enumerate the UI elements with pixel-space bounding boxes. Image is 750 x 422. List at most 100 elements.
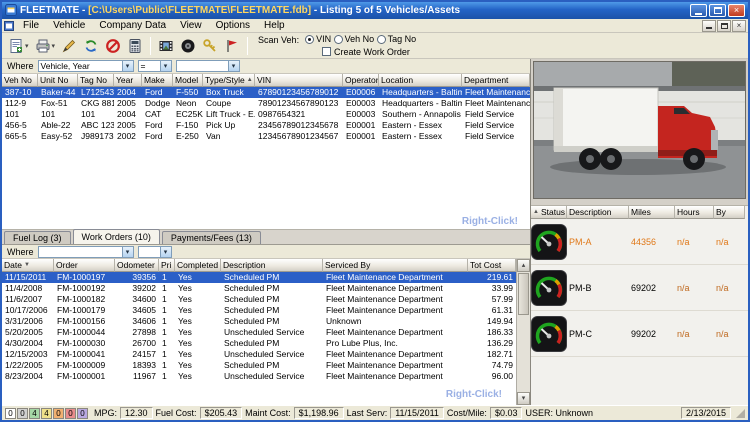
new-record-button[interactable]: ▾	[5, 35, 32, 57]
menu-item-file[interactable]: File	[16, 20, 46, 31]
vehicle-col-veh-no[interactable]: Veh No	[2, 74, 38, 87]
right-pane: ▲StatusDescriptionMilesHoursBy PM-A44356…	[530, 59, 748, 405]
maximize-button[interactable]	[709, 4, 726, 17]
pm-row-pm-c[interactable]: PM-C99202n/an/a	[531, 311, 748, 357]
flag-button[interactable]	[221, 35, 243, 57]
restore-icon	[721, 23, 728, 29]
print-button[interactable]: ▾	[32, 35, 59, 57]
workorder-row-2[interactable]: 11/6/2007FM-1000182346001YesScheduled PM…	[2, 294, 530, 305]
workorder-col-odometer[interactable]: Odometer	[115, 259, 159, 272]
workorder-col-completed[interactable]: Completed	[175, 259, 221, 272]
pm-miles: 99202	[629, 329, 675, 339]
workorder-row-7[interactable]: 12/15/2003FM-1000041241571YesUnscheduled…	[2, 349, 530, 360]
photos-button[interactable]	[155, 35, 177, 57]
calculator-button[interactable]	[124, 35, 146, 57]
vehicle-col-model[interactable]: Model	[173, 74, 203, 87]
mdi-restore-button[interactable]	[717, 20, 731, 32]
vehicle-col-type-style[interactable]: Type/Style▲	[203, 74, 255, 87]
workorder-row-1[interactable]: 11/4/2008FM-1000192392021YesScheduled PM…	[2, 283, 530, 294]
refresh-button[interactable]	[80, 35, 102, 57]
workorder-row-9[interactable]: 8/23/2004FM-1000001119671YesUnscheduled …	[2, 371, 530, 382]
vehicle-col-department[interactable]: Department	[462, 74, 530, 87]
vehicle-row-4[interactable]: 665-5Easy-52J9891732002FordE-250Van12345…	[2, 131, 530, 142]
workorder-filter-operator-select[interactable]: ▾	[138, 246, 172, 258]
pm-col-miles[interactable]: Miles	[629, 206, 675, 219]
refresh-icon	[83, 38, 99, 54]
workorder-col-order[interactable]: Order	[54, 259, 115, 272]
vehicle-row-0[interactable]: 387-10Baker-44L7125432004FordF-550Box Tr…	[2, 87, 530, 98]
document-icon	[4, 21, 14, 31]
status-count-2: 4	[29, 408, 40, 419]
radio-veh-no[interactable]: Veh No	[334, 34, 375, 44]
scrollbar-thumb[interactable]	[518, 273, 529, 315]
vehicle-filter-operator-select[interactable]: =▾	[138, 60, 172, 72]
keys-button[interactable]	[199, 35, 221, 57]
workorder-row-4[interactable]: 3/31/2006FM-1000156346061YesScheduled PM…	[2, 316, 530, 327]
workorder-filter-field-select[interactable]: ▾	[38, 246, 134, 258]
mdi-close-button[interactable]: ×	[732, 20, 746, 32]
close-button[interactable]: ×	[728, 4, 745, 17]
vehicle-col-make[interactable]: Make	[142, 74, 173, 87]
workorder-col-description[interactable]: Description	[221, 259, 323, 272]
tab-payments-fees-13[interactable]: Payments/Fees (13)	[162, 231, 261, 244]
vehicle-row-1[interactable]: 112-9Fox-51CKG 8812005DodgeNeonCoupe7890…	[2, 98, 530, 109]
vehicle-col-unit-no[interactable]: Unit No	[38, 74, 78, 87]
toolbar: ▾ ▾ Sc	[2, 33, 748, 59]
tire-icon	[180, 38, 196, 54]
vehicle-col-tag-no[interactable]: Tag No	[78, 74, 114, 87]
vertical-scrollbar[interactable]: ▴ ▾	[516, 259, 530, 405]
status-count-0: 0	[5, 408, 16, 419]
delete-button[interactable]	[102, 35, 124, 57]
menu-item-options[interactable]: Options	[209, 20, 257, 31]
vehicle-filter-field-select[interactable]: Vehicle, Year▾	[38, 60, 134, 72]
pm-description: PM-A	[567, 237, 629, 247]
workorder-col-pri[interactable]: Pri	[159, 259, 175, 272]
chevron-down-icon: ▾	[122, 247, 133, 257]
scroll-up-button[interactable]: ▴	[517, 259, 530, 272]
workorder-row-8[interactable]: 1/22/2005FM-1000009183931YesScheduled PM…	[2, 360, 530, 371]
workorder-col-date[interactable]: Date▼	[2, 259, 54, 272]
vehicle-row-3[interactable]: 456-5Able-22ABC 1232005FordF-150Pick Up2…	[2, 120, 530, 131]
pm-col-status[interactable]: ▲Status	[531, 206, 567, 219]
vehicle-col-vin[interactable]: VIN	[255, 74, 343, 87]
minimize-button[interactable]	[690, 4, 707, 17]
scroll-down-button[interactable]: ▾	[517, 392, 530, 405]
window-title: FLEETMATE - [C:\Users\Public\FLEETMATE\F…	[20, 5, 687, 16]
menu-item-help[interactable]: Help	[257, 20, 292, 31]
tab-fuel-log-3[interactable]: Fuel Log (3)	[4, 231, 71, 244]
menu-item-vehicle[interactable]: Vehicle	[46, 20, 92, 31]
radio-vin[interactable]: VIN	[305, 34, 331, 44]
workorder-row-3[interactable]: 10/17/2006FM-1000179346051YesScheduled P…	[2, 305, 530, 316]
edit-button[interactable]	[58, 35, 80, 57]
pm-col-description[interactable]: Description	[567, 206, 629, 219]
create-work-order-checkbox[interactable]	[322, 47, 331, 56]
vehicle-row-2[interactable]: 1011011012004CATEC25K ELift Truck - E...…	[2, 109, 530, 120]
pm-description: PM-C	[567, 329, 629, 339]
workorder-col-tot-cost[interactable]: Tot Cost	[468, 259, 516, 272]
workorder-row-6[interactable]: 4/30/2004FM-1000030267001YesScheduled PM…	[2, 338, 530, 349]
workorder-row-0[interactable]: 11/15/2011FM-1000197393561YesScheduled P…	[2, 272, 530, 283]
vehicle-col-location[interactable]: Location	[379, 74, 462, 87]
menu-item-view[interactable]: View	[173, 20, 209, 31]
resize-grip[interactable]	[736, 409, 745, 418]
scan-options: VIN Veh No Tag No	[305, 34, 416, 46]
pm-col-hours[interactable]: Hours	[675, 206, 714, 219]
tab-strip: Fuel Log (3)Work Orders (10)Payments/Fee…	[4, 229, 263, 244]
tires-button[interactable]	[177, 35, 199, 57]
vehicle-filter-value-select[interactable]: ▾	[176, 60, 240, 72]
vehicle-col-year[interactable]: Year	[114, 74, 142, 87]
pm-miles: 69202	[629, 283, 675, 293]
workorder-col-serviced-by[interactable]: Serviced By	[323, 259, 468, 272]
radio-tag-no[interactable]: Tag No	[377, 34, 417, 44]
pm-col-by[interactable]: By	[714, 206, 745, 219]
vehicle-col-operator[interactable]: Operator	[343, 74, 379, 87]
pm-row-pm-b[interactable]: PM-B69202n/an/a	[531, 265, 748, 311]
tab-work-orders-10[interactable]: Work Orders (10)	[73, 229, 160, 244]
mdi-minimize-button[interactable]	[702, 20, 716, 32]
vehicle-table: Veh NoUnit NoTag NoYearMakeModelType/Sty…	[2, 74, 530, 230]
workorder-row-5[interactable]: 5/20/2005FM-1000044278981YesUnscheduled …	[2, 327, 530, 338]
menu-item-company-data[interactable]: Company Data	[92, 20, 173, 31]
create-work-order-label: Create Work Order	[334, 47, 410, 57]
pm-row-pm-a[interactable]: PM-A44356n/an/a	[531, 219, 748, 265]
title-bar: FLEETMATE - [C:\Users\Public\FLEETMATE\F…	[2, 2, 748, 19]
